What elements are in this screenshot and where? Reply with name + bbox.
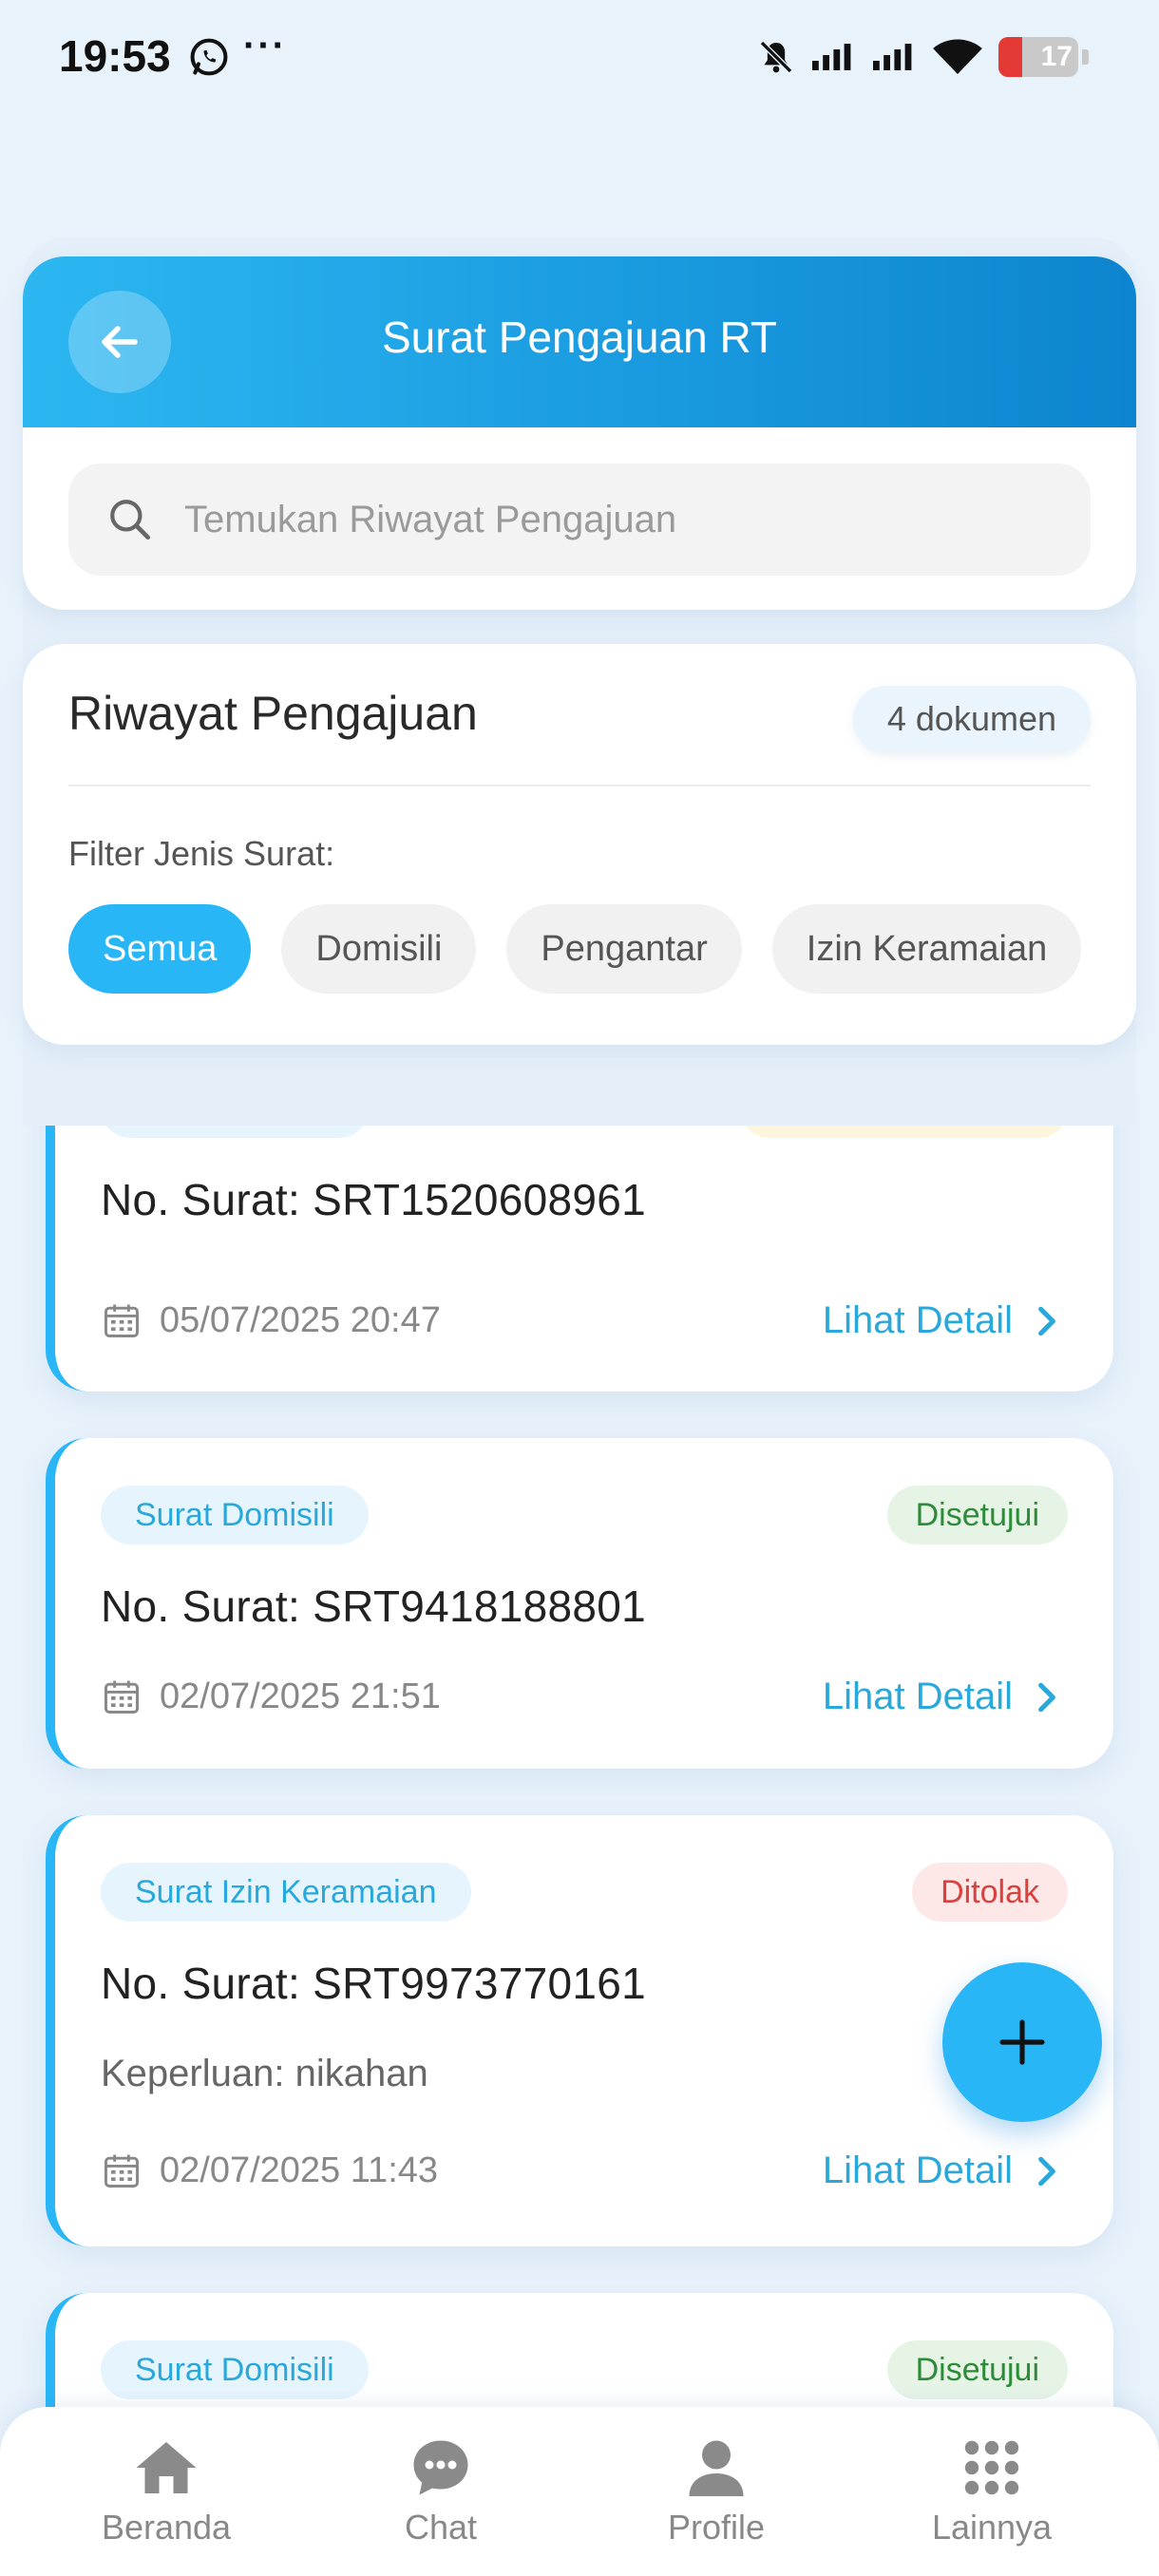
status-right-icons: 17 — [757, 34, 1089, 80]
letter-number: No. Surat: SRT9418188801 — [101, 1582, 647, 1631]
home-icon — [136, 2442, 197, 2493]
history-panel: Riwayat Pengajuan 4 dokumen Filter Jenis… — [23, 644, 1136, 1045]
card-date: 02/07/2025 21:51 — [101, 1676, 441, 1717]
view-detail-link[interactable]: Lihat Detail — [823, 1299, 1060, 1342]
nav-item-profile[interactable]: Profile — [602, 2434, 830, 2548]
card-date-text: 02/07/2025 11:43 — [160, 2150, 439, 2190]
search-icon — [110, 500, 151, 540]
nav-label: Profile — [667, 2508, 766, 2547]
view-detail-link[interactable]: Lihat Detail — [823, 2150, 1060, 2192]
filter-chip-pengantar[interactable]: Pengantar — [506, 904, 742, 994]
view-detail-link[interactable]: Lihat Detail — [823, 1676, 1060, 1718]
status-time: 19:53 — [59, 31, 171, 81]
chevron-right-icon — [1038, 1306, 1055, 1335]
nav-label: Beranda — [101, 2508, 232, 2547]
wifi-icon — [933, 39, 982, 74]
page-title: Surat Pengajuan RT — [382, 313, 777, 362]
view-detail-label: Lihat Detail — [822, 1676, 1013, 1717]
card-date: 02/07/2025 11:43 — [101, 2150, 438, 2191]
letter-type-chip: Surat Izin Keramaian — [101, 1863, 471, 1922]
signal-icon — [812, 44, 851, 70]
view-detail-label: Lihat Detail — [822, 2150, 1013, 2191]
status-badge: Disetujui — [886, 2340, 1068, 2399]
nav-item-lainnya[interactable]: Lainnya — [878, 2434, 1106, 2548]
calendar-icon — [104, 2154, 139, 2188]
nav-label: Chat — [404, 2508, 478, 2547]
nav-label: Lainnya — [931, 2508, 1053, 2547]
letter-type-chip: Surat Domisili — [101, 2340, 369, 2399]
letter-type-chip: Surat Domisili — [101, 1486, 369, 1544]
battery-level: 17 — [1040, 41, 1073, 72]
filter-chip-group: Semua Domisili Pengantar Izin Keramaian — [68, 904, 1082, 994]
calendar-icon — [104, 1304, 139, 1337]
card-date: 05/07/2025 20:47 — [101, 1299, 441, 1341]
divider — [68, 785, 1091, 786]
chat-icon — [413, 2440, 468, 2495]
calendar-icon — [104, 1680, 139, 1714]
search-input[interactable] — [184, 498, 1039, 541]
chevron-right-icon — [1038, 1682, 1055, 1712]
submission-card[interactable]: Surat Domisili Disetujui No. Surat: SRT9… — [46, 1438, 1113, 1769]
nav-item-beranda[interactable]: Beranda — [52, 2434, 280, 2548]
letter-number: No. Surat: SRT1520608961 — [101, 1175, 647, 1224]
nav-item-chat[interactable]: Chat — [327, 2434, 555, 2548]
filter-chip-semua[interactable]: Semua — [68, 904, 252, 994]
status-more-dots: ··· — [243, 25, 287, 66]
battery-icon: 17 — [998, 37, 1078, 77]
profile-icon — [689, 2440, 744, 2496]
search-field[interactable] — [68, 464, 1091, 576]
add-submission-button[interactable] — [942, 1962, 1102, 2122]
whatsapp-icon — [190, 38, 228, 76]
filter-label: Filter Jenis Surat: — [68, 834, 335, 873]
card-date-text: 05/07/2025 20:47 — [160, 1299, 441, 1340]
history-title: Riwayat Pengajuan — [68, 687, 478, 740]
bottom-navigation: Beranda Chat Profile Lainnya — [0, 2407, 1159, 2576]
document-count-badge: 4 dokumen — [852, 686, 1091, 752]
plus-icon — [999, 2019, 1045, 2065]
battery-tip — [1082, 49, 1089, 65]
letter-number: No. Surat: SRT9973770161 — [101, 1959, 647, 2008]
header-card: Surat Pengajuan RT — [23, 256, 1136, 610]
card-date-text: 02/07/2025 21:51 — [160, 1676, 441, 1716]
filter-chip-izin-keramaian[interactable]: Izin Keramaian — [771, 904, 1082, 994]
app-bar: Surat Pengajuan RT — [23, 256, 1136, 427]
bell-off-icon — [759, 40, 793, 74]
filter-chip-domisili[interactable]: Domisili — [281, 904, 477, 994]
status-badge: Disetujui — [886, 1486, 1068, 1544]
status-bar: 19:53 ··· 17 — [0, 0, 1159, 114]
purpose-text: Keperluan: nikahan — [101, 2053, 428, 2094]
grid-icon — [964, 2440, 1019, 2495]
view-detail-label: Lihat Detail — [822, 1299, 1013, 1341]
signal-icon — [873, 44, 912, 70]
chevron-right-icon — [1038, 2156, 1055, 2186]
status-badge: Ditolak — [912, 1863, 1068, 1922]
